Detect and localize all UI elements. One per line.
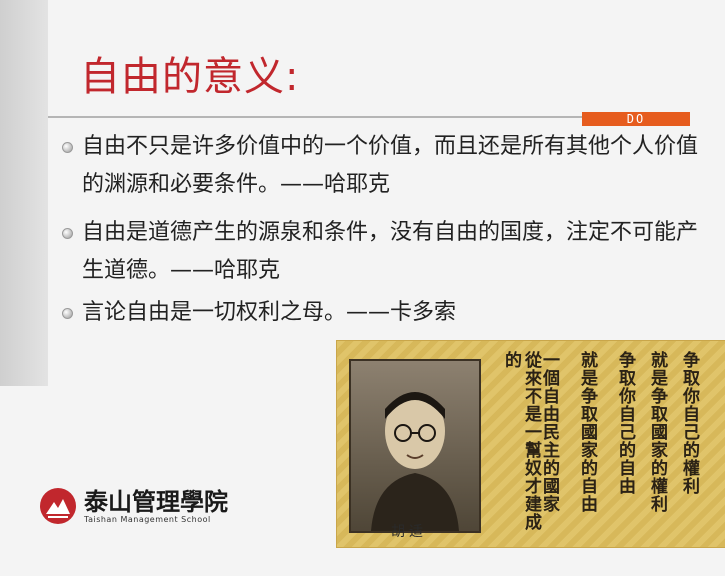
quote-column: 就是争取國家的權利 [647, 351, 667, 513]
quote-image-panel: 胡适 争取你自己的權利 就是争取國家的權利 争取你自己的自由 就是争取國家的自由… [336, 340, 725, 548]
bullet-item: 言论自由是一切权利之母。——卡多索 [62, 294, 702, 332]
bullet-text: 言论自由是一切权利之母。——卡多索 [82, 300, 457, 325]
portrait-caption: 胡适 [391, 524, 427, 540]
bullet-item: 自由不只是许多价值中的一个价值，而且还是所有其他个人价值的渊源和必要条件。——哈… [62, 128, 702, 204]
portrait-photo: 胡适 [349, 359, 481, 540]
quote-column: 就是争取國家的自由 [577, 351, 597, 513]
quote-column: 争取你自己的權利 [679, 351, 699, 495]
do-badge: DO [582, 112, 690, 126]
quote-column: 争取你自己的自由 [615, 351, 635, 495]
left-decorative-bar [0, 0, 48, 386]
slide: 自由的意义: DO 自由不只是许多价值中的一个价值，而且还是所有其他个人价值的渊… [0, 0, 725, 576]
bullet-dot-icon [62, 308, 73, 319]
quote-column: 從來不是一幫奴才建成的 [501, 351, 541, 531]
school-logo: 泰山管理學院 Taishan Management School [40, 488, 228, 524]
logo-english-name: Taishan Management School [84, 514, 211, 524]
bullet-dot-icon [62, 142, 73, 153]
slide-title: 自由的意义: [80, 54, 300, 100]
logo-chinese-name: 泰山管理學院 [84, 486, 228, 516]
mountain-logo-icon [40, 488, 76, 524]
quote-column: 一個自由民主的國家 [539, 351, 559, 513]
bullet-text: 自由不只是许多价值中的一个价值，而且还是所有其他个人价值的渊源和必要条件。——哈… [82, 134, 699, 197]
bullet-text: 自由是道德产生的源泉和条件，没有自由的国度，注定不可能产生道德。——哈耶克 [82, 220, 699, 283]
bullet-dot-icon [62, 228, 73, 239]
bullet-list: 自由不只是许多价值中的一个价值，而且还是所有其他个人价值的渊源和必要条件。——哈… [62, 128, 702, 342]
bullet-item: 自由是道德产生的源泉和条件，没有自由的国度，注定不可能产生道德。——哈耶克 [62, 214, 702, 290]
